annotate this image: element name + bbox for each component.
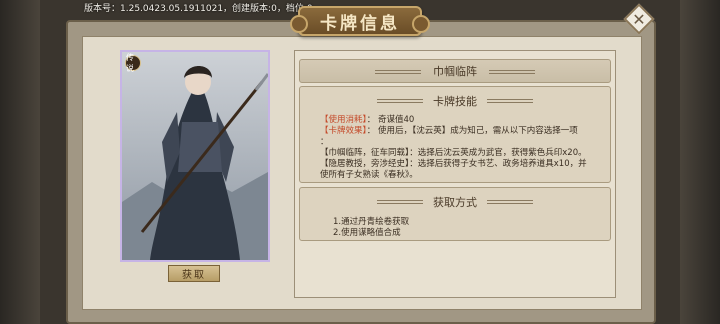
scroll-ornament-right xyxy=(489,70,535,74)
skill-line: 使所有子女熟读《春秋》。 xyxy=(320,170,418,180)
skill-section: 卡牌技能 【使用消耗】： 奇谋值40 【卡牌效果】： 使用后，【沈云英】成为知己… xyxy=(299,86,611,183)
close-icon: ✕ xyxy=(632,9,646,29)
version-info: 版本号：1.25.0423.05.1911021，创建版本:0，档位:0 xyxy=(84,4,313,14)
scroll-ornament-left xyxy=(375,70,421,74)
scroll-ornament-left xyxy=(377,99,423,103)
skill-title: 卡牌技能 xyxy=(433,95,477,108)
background-left-edge xyxy=(0,0,40,324)
close-button[interactable]: ✕ xyxy=(623,3,655,35)
rarity-badge: 传说 xyxy=(125,53,141,73)
dialog-title: 卡牌信息 xyxy=(320,13,400,34)
card-portrait: 传说 xyxy=(120,50,270,262)
card-name: 巾帼临阵 xyxy=(433,65,477,78)
skill-header: 卡牌技能 xyxy=(302,89,608,113)
acquire-title: 获取方式 xyxy=(433,196,477,209)
card-name-header: 巾帼临阵 xyxy=(299,59,611,83)
dialog-title-plaque: 卡牌信息 xyxy=(290,6,430,36)
acquire-header: 获取方式 xyxy=(302,190,608,214)
warrior-illustration xyxy=(122,52,268,260)
acquire-button[interactable]: 获取 xyxy=(168,265,220,282)
skill-line: 【卡牌效果】： 使用后，【沈云英】成为知己，需从以下内容选择一项 xyxy=(320,126,578,136)
acquire-item: 2.使用谋略值合成 xyxy=(333,228,401,238)
scroll-ornament-right xyxy=(487,99,533,103)
background-right-edge xyxy=(680,0,720,324)
card-detail-panel: 巾帼临阵 卡牌技能 【使用消耗】： 奇谋值40 【卡牌效果】： 使用后，【沈云英… xyxy=(294,50,616,298)
acquire-section: 获取方式 1.通过丹青绘卷获取 2.使用谋略值合成 xyxy=(299,187,611,241)
scroll-ornament-left xyxy=(377,200,423,204)
scroll-ornament-right xyxy=(487,200,533,204)
